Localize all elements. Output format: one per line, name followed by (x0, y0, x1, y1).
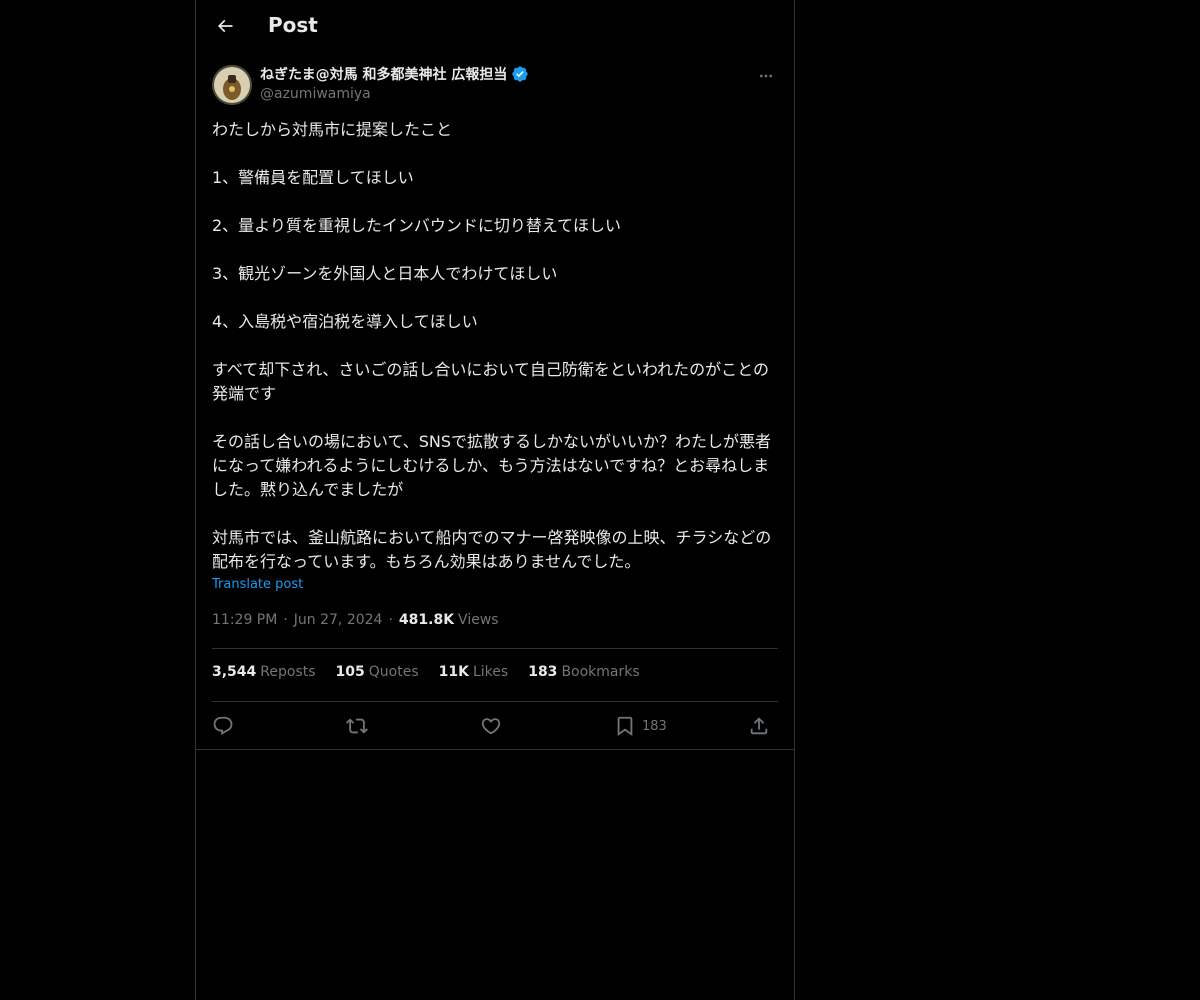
bookmark-icon (617, 716, 633, 737)
post-paragraph: その話し合いの場において、SNSで拡散するしかないがいいか？わたしが悪者になって… (212, 432, 772, 499)
post-time[interactable]: 11:29 PM (212, 612, 277, 628)
verified-badge-icon (512, 66, 529, 82)
views-label: Views (458, 612, 499, 628)
quotes-stat[interactable]: 105 Quotes (336, 664, 419, 680)
post-meta: 11:29 PM · Jun 27, 2024 · 481.8K Views (212, 612, 499, 628)
translate-post-link[interactable]: Translate post (212, 577, 303, 592)
post-paragraph: すべて却下され、さいごの話し合いにおいて自己防衛をといわれたのがことの発端です (212, 360, 769, 403)
likes-stat[interactable]: 11K Likes (439, 664, 509, 680)
reposts-stat[interactable]: 3,544 Reposts (212, 664, 316, 680)
post-paragraph: 対馬市では、釜山航路において船内でのマナー啓発映像の上映、チラシなどの配布を行な… (212, 528, 772, 571)
post-paragraph: 3、観光ゾーンを外国人と日本人でわけてほしい (212, 264, 558, 283)
avatar-image (212, 65, 252, 105)
arrow-left-icon (217, 19, 233, 33)
meta-separator: · (388, 612, 393, 628)
quotes-label: Quotes (368, 664, 419, 680)
author-handle[interactable]: @azumiwamiya (260, 86, 371, 102)
post-paragraph: 2、量より質を重視したインバウンドに切り替えてほしい (212, 216, 622, 235)
post-paragraph: 1、警備員を配置してほしい (212, 168, 414, 187)
quotes-count: 105 (335, 664, 365, 680)
heart-icon (481, 718, 501, 735)
repost-button[interactable] (346, 712, 368, 740)
back-button[interactable] (208, 9, 242, 43)
post-column: Post ねぎたま@対馬 和多都美神社 広報担当 @azumiwamiya わた… (195, 0, 795, 1000)
bookmarks-label: Bookmarks (561, 664, 640, 680)
like-button[interactable] (480, 712, 502, 740)
post-date[interactable]: Jun 27, 2024 (294, 612, 383, 628)
post-body: わたしから対馬市に提案したこと 1、警備員を配置してほしい 2、量より質を重視し… (212, 118, 778, 574)
post-actions: 183 (212, 712, 778, 740)
likes-count: 11K (438, 664, 469, 680)
post-bottom-border (196, 749, 794, 750)
post-stats: 3,544 Reposts 105 Quotes 11K Likes 183 B… (212, 664, 640, 680)
post-header: Post (196, 0, 794, 54)
bookmarks-stat[interactable]: 183 Bookmarks (528, 664, 639, 680)
page-title: Post (268, 13, 318, 37)
post-author: ねぎたま@対馬 和多都美神社 広報担当 @azumiwamiya (212, 64, 778, 108)
reply-button[interactable] (212, 712, 234, 740)
divider (212, 648, 778, 649)
share-button[interactable] (748, 712, 770, 740)
more-options-button[interactable] (754, 64, 778, 88)
post-paragraph: わたしから対馬市に提案したこと (212, 120, 453, 139)
author-name-row: ねぎたま@対馬 和多都美神社 広報担当 (260, 64, 529, 84)
likes-label: Likes (472, 664, 509, 680)
bookmarks-count: 183 (528, 664, 558, 680)
bookmark-button[interactable]: 183 (614, 712, 667, 740)
reply-icon (213, 716, 233, 735)
author-display-name[interactable]: ねぎたま@対馬 和多都美神社 広報担当 (260, 64, 507, 84)
divider (212, 701, 778, 702)
reposts-label: Reposts (260, 664, 316, 680)
meta-separator: · (283, 612, 288, 628)
reposts-count: 3,544 (212, 664, 257, 680)
post-paragraph: 4、入島税や宿泊税を導入してほしい (212, 312, 478, 331)
avatar[interactable] (212, 65, 252, 105)
more-icon (760, 74, 772, 78)
share-icon (750, 717, 768, 735)
bookmark-count: 183 (642, 718, 667, 734)
views-count: 481.8K (398, 612, 455, 628)
repost-icon (346, 718, 368, 734)
